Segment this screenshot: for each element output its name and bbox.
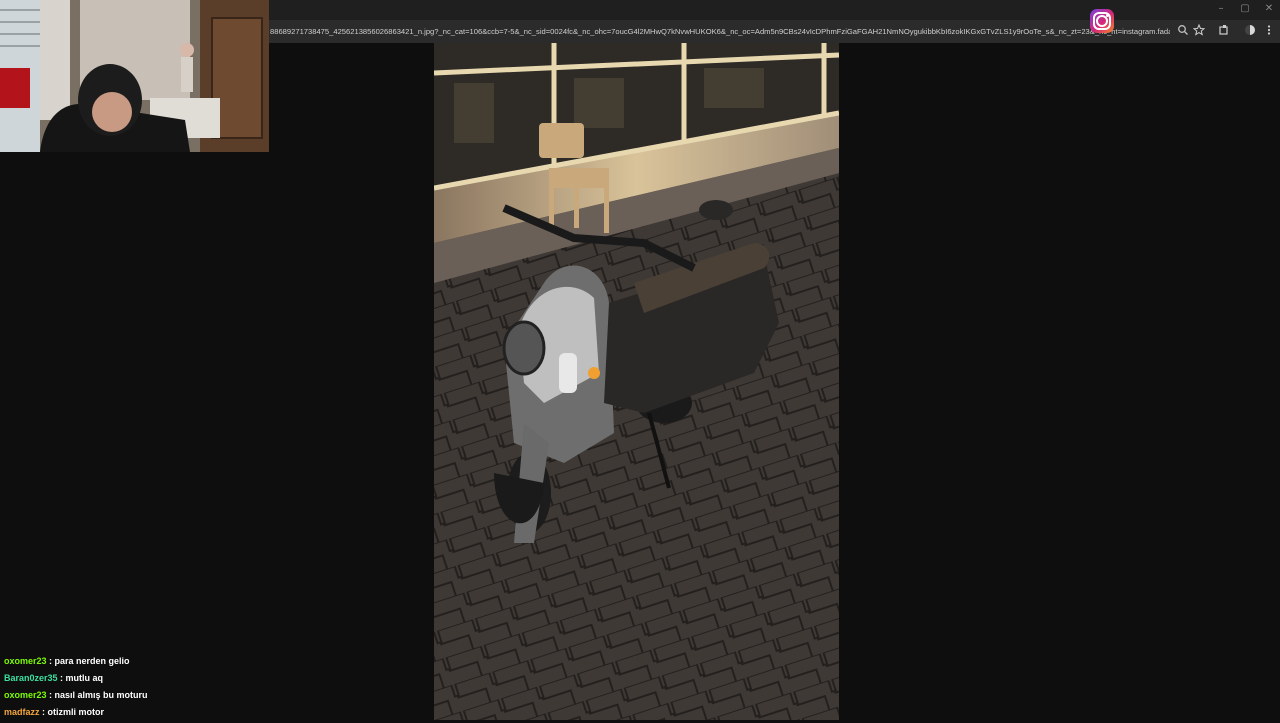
chat-username: oxomer23 — [4, 656, 47, 666]
scooter-photo[interactable] — [434, 43, 839, 720]
chat-overlay: oxomer23 : para nerden gelio Baran0zer35… — [4, 655, 424, 723]
chat-text: : para nerden gelio — [46, 656, 130, 666]
minimize-button[interactable]: – — [1216, 2, 1226, 16]
instagram-icon — [1090, 9, 1114, 33]
chat-message: oxomer23 : nasıl almış bu moturu — [4, 689, 424, 706]
chat-message: Baran0zer35 : mutlu aq — [4, 672, 424, 689]
chat-message: madfazz : otizmli motor — [4, 706, 424, 723]
extensions-icon[interactable] — [1217, 24, 1231, 38]
maximize-button[interactable]: ▢ — [1240, 2, 1250, 16]
star-icon[interactable] — [1192, 23, 1206, 38]
chat-text: : mutlu aq — [57, 673, 104, 683]
instagram-icon-dot — [1106, 14, 1109, 17]
chat-username: Baran0zer35 — [4, 673, 58, 683]
window-controls: – ▢ ✕ — [1216, 2, 1274, 16]
chat-username: oxomer23 — [4, 690, 47, 700]
webcam-overlay — [0, 0, 269, 152]
chat-username: madfazz — [4, 707, 40, 717]
url-text[interactable]: 88689271738475_425621385602686342​1_n.jp… — [270, 25, 1170, 39]
profile-icon[interactable] — [1243, 24, 1257, 38]
close-button[interactable]: ✕ — [1264, 2, 1274, 16]
chat-text: : nasıl almış bu moturu — [46, 690, 148, 700]
chat-message: oxomer23 : para nerden gelio — [4, 655, 424, 672]
menu-icon[interactable] — [1262, 24, 1276, 38]
zoom-icon[interactable] — [1176, 24, 1190, 38]
chat-text: : otizmli motor — [39, 707, 105, 717]
